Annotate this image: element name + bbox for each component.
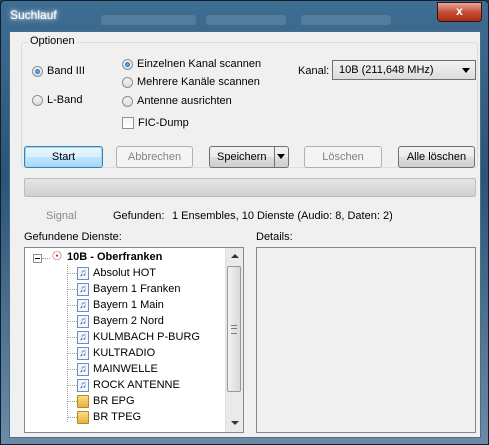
start-button[interactable]: Start	[24, 146, 103, 168]
radio-label: Mehrere Kanäle scannen	[137, 76, 260, 88]
save-button-label: Speichern	[217, 151, 267, 163]
tree-item-label: Bayern 1 Main	[93, 299, 164, 311]
tree-item-label: Bayern 1 Franken	[93, 283, 181, 295]
tree-connector	[68, 353, 77, 354]
radio-button-icon	[32, 65, 43, 77]
found-summary: 1 Ensembles, 10 Dienste (Audio: 8, Daten…	[172, 210, 393, 222]
tree-connector	[68, 369, 77, 370]
scan-dialog-window: Suchlauf x Optionen Band III L-Band Einz…	[0, 0, 489, 445]
tree-connector	[68, 385, 77, 386]
chevron-down-icon	[462, 68, 470, 73]
tree-item-label: KULMBACH P-BURG	[93, 331, 200, 343]
antenna-icon: ☉	[51, 249, 63, 263]
music-note-icon: ♫	[77, 282, 89, 296]
radio-label: Band III	[47, 65, 85, 77]
tree-item-service[interactable]: ♫ Bayern 2 Nord	[77, 313, 164, 329]
tree-item-label: ROCK ANTENNE	[93, 379, 180, 391]
tree-connector	[68, 305, 77, 306]
music-note-icon: ♫	[77, 378, 89, 392]
background-window-ghost	[101, 15, 196, 25]
checkbox-label: FIC-Dump	[138, 117, 189, 129]
music-note-icon: ♫	[77, 266, 89, 280]
dialog-client-area: Optionen Band III L-Band Einzelnen Kanal…	[9, 31, 481, 438]
radio-label: L-Band	[47, 94, 83, 106]
tree-connector	[68, 337, 77, 338]
radio-single-channel[interactable]: Einzelnen Kanal scannen	[122, 58, 261, 70]
music-note-icon: ♫	[77, 314, 89, 328]
background-window-ghost	[301, 15, 391, 25]
radio-button-icon	[122, 95, 133, 107]
channel-label: Kanal:	[298, 65, 330, 77]
channel-select-value: 10B (211,648 MHz)	[339, 64, 434, 76]
tree-item-label: Bayern 2 Nord	[93, 315, 164, 327]
music-note-icon: ♫	[77, 346, 89, 360]
cancel-button[interactable]: Abbrechen	[116, 146, 193, 168]
scroll-down-icon[interactable]	[226, 415, 243, 432]
tree-scrollbar[interactable]	[225, 248, 243, 432]
folder-icon	[77, 394, 89, 408]
tree-connector	[68, 273, 77, 274]
tree-item-service[interactable]: ♫ ROCK ANTENNE	[77, 377, 180, 393]
music-note-icon: ♫	[77, 362, 89, 376]
details-panel	[256, 247, 476, 433]
found-label: Gefunden:	[113, 210, 165, 222]
tree-item-label: BR EPG	[93, 395, 135, 407]
window-title: Suchlauf	[10, 8, 57, 22]
tree-item-service[interactable]: ♫ Bayern 1 Main	[77, 297, 164, 313]
radio-align-antenna[interactable]: Antenne ausrichten	[122, 95, 232, 107]
tree-item-service[interactable]: ♫ KULMBACH P-BURG	[77, 329, 200, 345]
tree-item-service[interactable]: BR EPG	[77, 393, 135, 409]
music-note-icon: ♫	[77, 330, 89, 344]
radio-label: Einzelnen Kanal scannen	[137, 58, 262, 70]
radio-label: Antenne ausrichten	[137, 95, 232, 107]
title-bar[interactable]: Suchlauf x	[1, 1, 488, 29]
delete-button[interactable]: Löschen	[304, 146, 382, 168]
signal-label: Signal	[46, 210, 77, 222]
tree-item-service[interactable]: ♫ Absolut HOT	[77, 265, 156, 281]
tree-item-service[interactable]: ♫ MAINWELLE	[77, 361, 158, 377]
chevron-down-icon[interactable]	[274, 147, 288, 167]
scrollbar-thumb[interactable]	[227, 266, 241, 392]
channel-select[interactable]: 10B (211,648 MHz)	[332, 60, 476, 80]
checkbox-icon	[122, 117, 134, 129]
scan-progress-bar	[24, 178, 476, 197]
found-services-label: Gefundene Dienste:	[24, 231, 122, 243]
grip-icon	[231, 325, 237, 334]
radio-multiple-channels[interactable]: Mehrere Kanäle scannen	[122, 76, 260, 88]
tree-item-label: BR TPEG	[93, 411, 142, 423]
radio-button-icon	[122, 76, 133, 88]
tree-connector	[68, 321, 77, 322]
folder-icon	[77, 410, 89, 424]
tree-item-label: KULTRADIO	[93, 347, 156, 359]
close-button[interactable]: x	[437, 2, 482, 22]
radio-button-icon	[32, 94, 43, 106]
scroll-up-icon[interactable]	[226, 248, 243, 265]
services-tree[interactable]: ☉ 10B - Oberfranken ♫ Absolut HOT ♫ Baye…	[24, 247, 244, 433]
collapse-icon[interactable]	[33, 254, 42, 263]
radio-button-icon	[122, 58, 133, 70]
tree-item-label: MAINWELLE	[93, 363, 158, 375]
radio-band-iii[interactable]: Band III	[32, 65, 85, 77]
tree-root-label: 10B - Oberfranken	[67, 251, 163, 263]
tree-item-service[interactable]: ♫ Bayern 1 Franken	[77, 281, 180, 297]
tree-connector	[42, 258, 50, 259]
save-split-button[interactable]: Speichern	[209, 146, 289, 168]
tree-item-service[interactable]: BR TPEG	[77, 409, 141, 425]
fic-dump-checkbox[interactable]: FIC-Dump	[122, 117, 189, 129]
tree-connector	[68, 417, 77, 418]
tree-item-service[interactable]: ♫ KULTRADIO	[77, 345, 155, 361]
options-group-label: Optionen	[28, 35, 77, 47]
tree-connector	[68, 401, 77, 402]
radio-l-band[interactable]: L-Band	[32, 94, 82, 106]
delete-all-button[interactable]: Alle löschen	[398, 146, 475, 168]
tree-item-label: Absolut HOT	[93, 267, 156, 279]
tree-connector	[68, 289, 77, 290]
details-label: Details:	[256, 231, 293, 243]
music-note-icon: ♫	[77, 298, 89, 312]
background-window-ghost	[206, 15, 286, 25]
